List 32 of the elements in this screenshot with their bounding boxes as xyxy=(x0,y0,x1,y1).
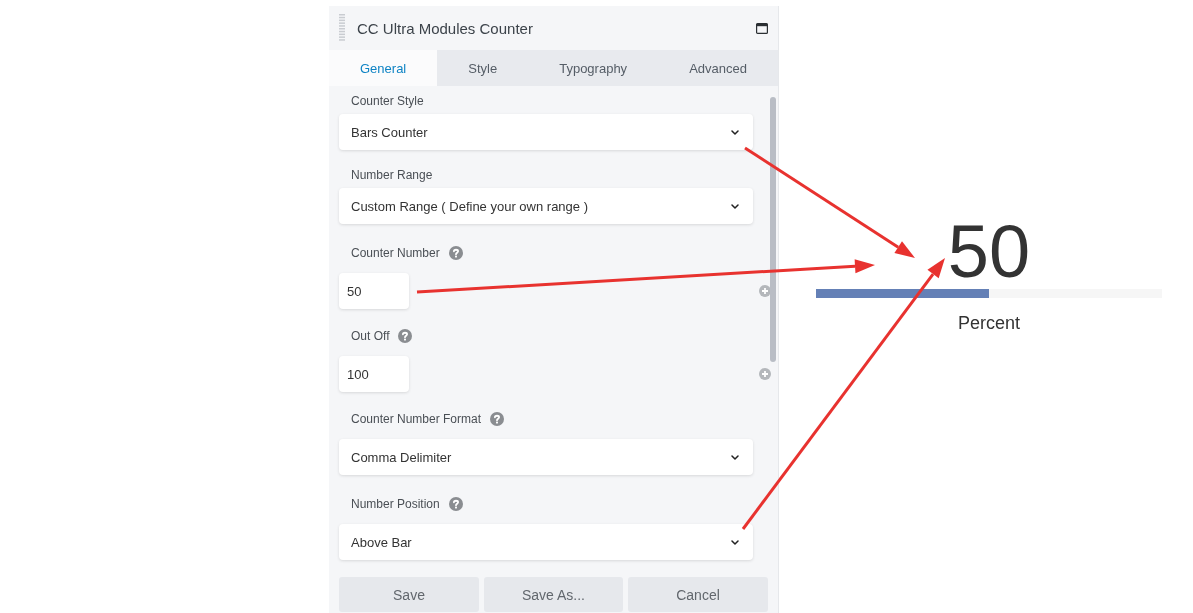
field-label: Out Off xyxy=(351,328,390,344)
tab[interactable]: General xyxy=(329,50,438,86)
number-input[interactable]: 100 xyxy=(339,356,409,392)
field-label: Number Position xyxy=(351,496,440,512)
chevron-down-icon xyxy=(731,539,739,545)
field-label: Counter Style xyxy=(351,93,424,109)
chevron-down-icon xyxy=(731,203,739,209)
action-button[interactable]: Cancel xyxy=(628,577,768,612)
window-icon[interactable] xyxy=(756,22,768,34)
help-icon[interactable] xyxy=(448,246,463,260)
field-label: Counter Number Format xyxy=(351,411,482,427)
action-button[interactable]: Save xyxy=(339,577,479,612)
dropdown[interactable]: Above Bar xyxy=(339,524,753,560)
action-button[interactable]: Save As... xyxy=(484,577,623,612)
help-icon[interactable] xyxy=(490,412,505,426)
chevron-down-icon xyxy=(731,454,739,460)
number-input[interactable]: 50 xyxy=(339,273,409,309)
counter-caption: Percent xyxy=(957,312,1020,334)
chevron-down-icon xyxy=(731,129,739,135)
plus-icon[interactable] xyxy=(759,368,771,380)
help-icon[interactable] xyxy=(398,329,413,343)
dropdown[interactable]: Custom Range ( Define your own range ) xyxy=(339,188,753,224)
help-icon[interactable] xyxy=(448,497,463,511)
dropdown[interactable]: Comma Delimiter xyxy=(339,439,753,475)
dropdown[interactable]: Bars Counter xyxy=(339,114,753,150)
drag-handle-icon[interactable] xyxy=(339,14,345,42)
panel-title: CC Ultra Modules Counter xyxy=(357,19,534,37)
scrollbar-thumb[interactable] xyxy=(770,97,776,362)
plus-icon[interactable] xyxy=(759,285,771,297)
field-label: Number Range xyxy=(351,167,433,183)
field-label: Counter Number xyxy=(351,245,440,261)
counter-number: 50 xyxy=(947,215,1031,289)
